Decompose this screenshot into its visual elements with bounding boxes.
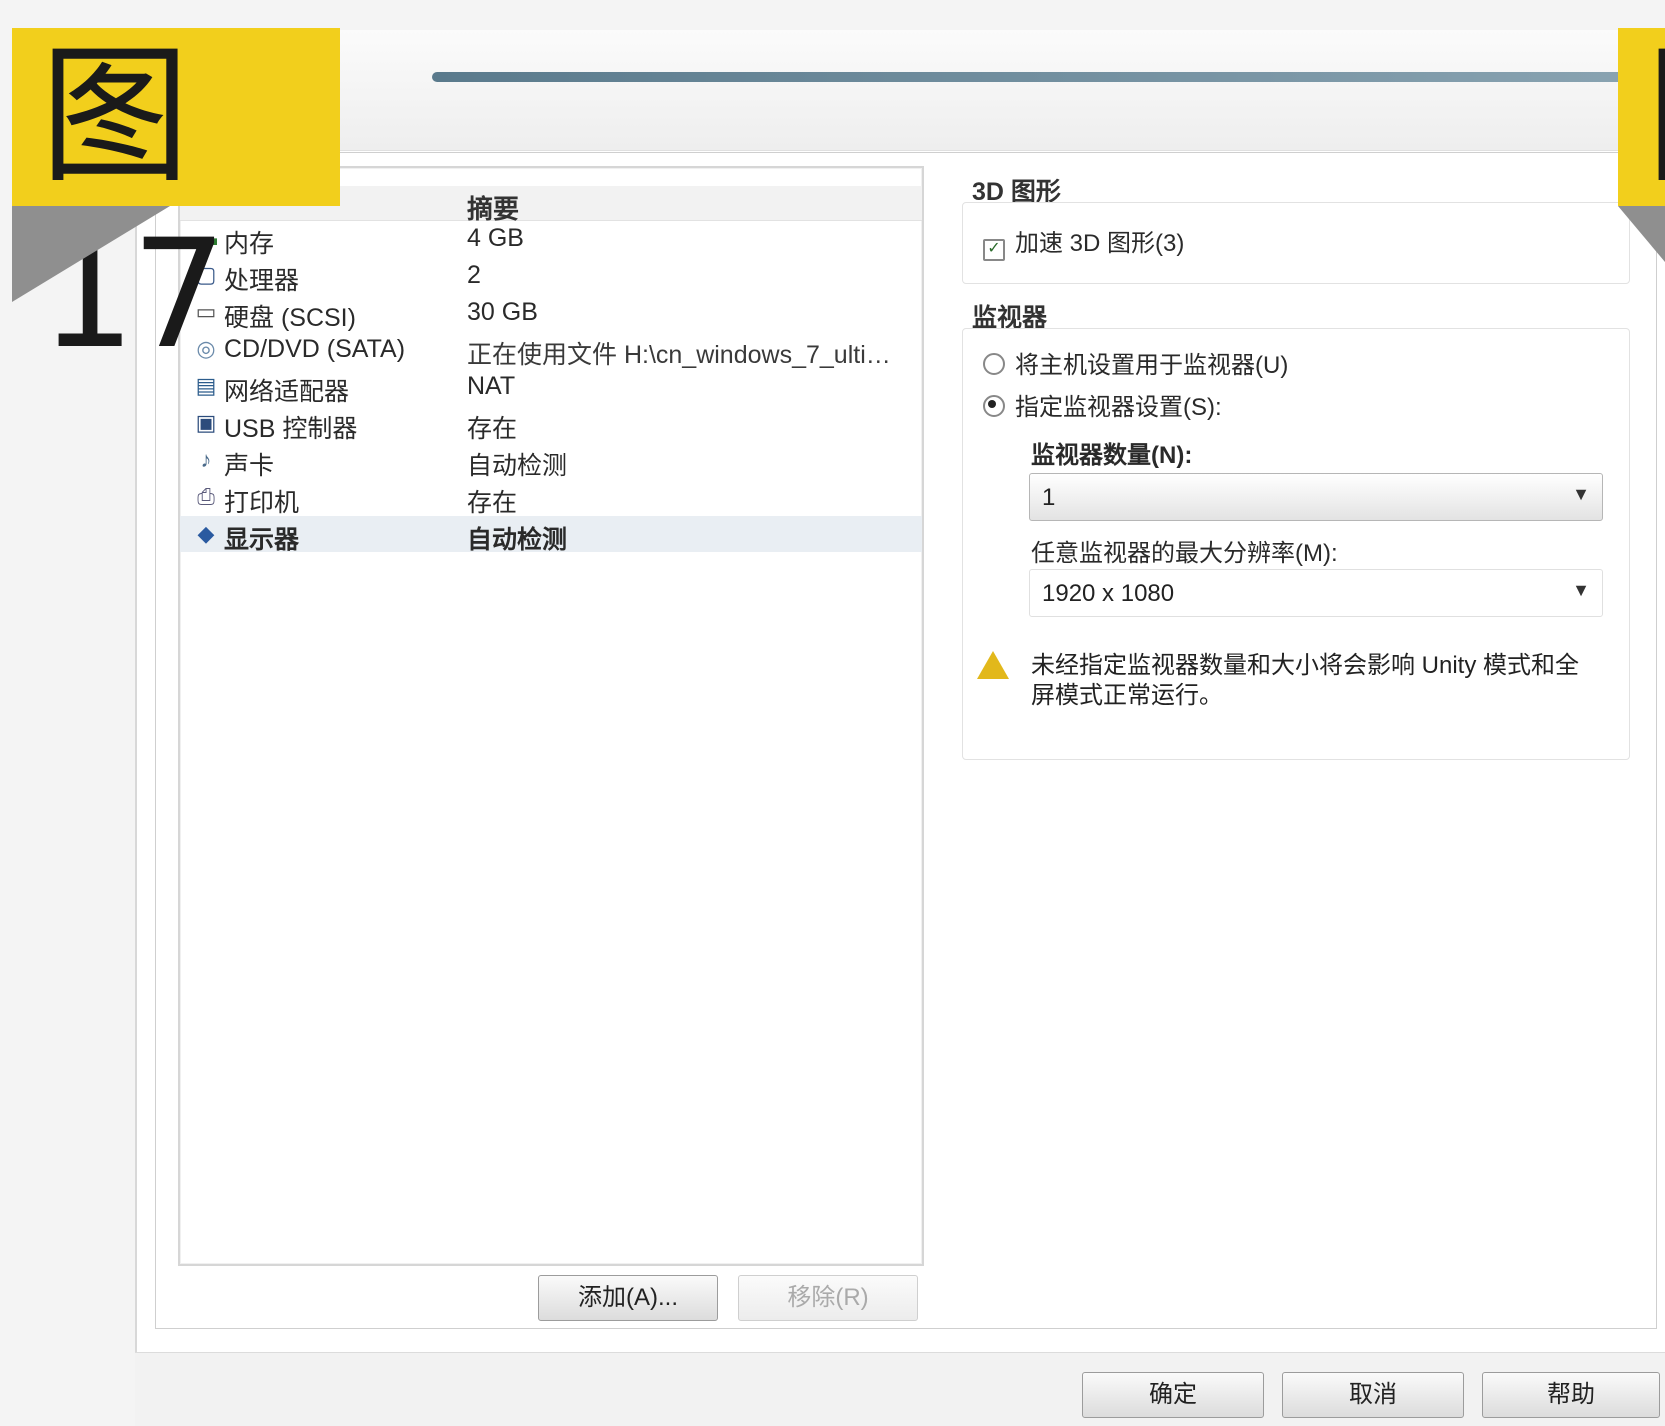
max-resolution-select[interactable]: 1920 x 1080 ▼ — [1029, 569, 1603, 617]
device-row-network-adapter[interactable]: ▤ 网络适配器 NAT — [180, 368, 922, 406]
accelerate-3d-label: 加速 3D 图形(3) — [1015, 230, 1185, 257]
device-summary: 30 GB — [467, 298, 538, 326]
device-row-hard-disk[interactable]: ▭ 硬盘 (SCSI) 30 GB — [180, 294, 922, 332]
usb-controller-icon: ▣ — [195, 410, 217, 435]
device-name: 打印机 — [224, 489, 300, 517]
device-summary: 4 GB — [467, 224, 524, 252]
device-name: CD/DVD (SATA) — [224, 335, 406, 363]
figure-badge-partial: 图 — [1618, 28, 1665, 206]
device-name: 网络适配器 — [224, 378, 350, 406]
figure-badge-partial-shadow — [1618, 206, 1665, 262]
figure-badge: 图17 — [12, 28, 340, 382]
device-row-memory[interactable]: ▬ 内存 4 GB — [180, 220, 922, 258]
title-bar — [137, 30, 1665, 151]
use-host-settings-label: 将主机设置用于监视器(U) — [1015, 352, 1289, 379]
device-name: 显示器 — [224, 526, 300, 554]
device-summary: 自动检测 — [467, 452, 568, 480]
graphics-3d-group: ✓ 加速 3D 图形(3) — [962, 202, 1630, 284]
device-name: 声卡 — [224, 452, 275, 480]
printer-icon: ⎙ — [197, 484, 215, 509]
chevron-down-icon: ▼ — [1572, 484, 1590, 504]
device-row-cd-dvd[interactable]: ◎ CD/DVD (SATA) 正在使用文件 H:\cn_windows_7_u… — [180, 331, 922, 369]
monitors-group: 将主机设置用于监视器(U) 指定监视器设置(S): 监视器数量(N): 1 ▼ … — [962, 328, 1630, 760]
use-host-settings-radio[interactable]: 将主机设置用于监视器(U) — [983, 345, 1288, 380]
specify-monitor-settings-label: 指定监视器设置(S): — [1015, 394, 1222, 421]
figure-badge-shadow — [12, 206, 170, 302]
radio-on-icon — [983, 395, 1005, 417]
cancel-button[interactable]: 取消 — [1282, 1372, 1464, 1418]
monitor-count-label: 监视器数量(N): — [1031, 442, 1193, 469]
warning-icon — [977, 651, 1009, 679]
max-resolution-value: 1920 x 1080 — [1042, 580, 1175, 607]
device-summary: 自动检测 — [467, 526, 568, 554]
monitor-count-value: 1 — [1042, 484, 1056, 511]
ok-button[interactable]: 确定 — [1082, 1372, 1264, 1418]
device-name: USB 控制器 — [224, 415, 358, 443]
checkbox-checked-icon: ✓ — [983, 239, 1005, 261]
title-bar-stripe — [432, 72, 1665, 82]
accelerate-3d-checkbox[interactable]: ✓ 加速 3D 图形(3) — [983, 223, 1184, 261]
device-list: 摘要 ▬ 内存 4 GB ▢ 处理器 2 ▭ 硬盘 (SCSI) 30 GB ◎… — [178, 166, 924, 1266]
monitor-warning-text: 未经指定监视器数量和大小将会影响 Unity 模式和全屏模式正常运行。 — [1031, 652, 1580, 709]
device-row-processor[interactable]: ▢ 处理器 2 — [180, 257, 922, 295]
device-name: 处理器 — [224, 267, 300, 295]
help-button[interactable]: 帮助 — [1482, 1372, 1660, 1418]
figure-badge-partial-text: 图 — [1646, 28, 1665, 206]
device-summary: 存在 — [467, 415, 518, 443]
chevron-down-icon: ▼ — [1572, 580, 1590, 600]
remove-device-button[interactable]: 移除(R) — [738, 1275, 918, 1321]
device-row-usb-controller[interactable]: ▣ USB 控制器 存在 — [180, 405, 922, 444]
sound-card-icon: ♪ — [200, 447, 212, 472]
radio-off-icon — [983, 353, 1005, 375]
device-summary: NAT — [467, 372, 516, 400]
monitor-count-select[interactable]: 1 ▼ — [1029, 473, 1603, 521]
max-resolution-label: 任意监视器的最大分辨率(M): — [1031, 540, 1338, 567]
device-summary: 正在使用文件 H:\cn_windows_7_ultimate... — [467, 341, 897, 369]
device-summary: 2 — [467, 261, 481, 289]
device-row-display[interactable]: ◆ 显示器 自动检测 — [180, 516, 922, 554]
device-row-sound-card[interactable]: ♪ 声卡 自动检测 — [180, 442, 922, 481]
display-icon: ◆ — [197, 521, 215, 546]
device-row-printer[interactable]: ⎙ 打印机 存在 — [180, 479, 922, 518]
add-device-button[interactable]: 添加(A)... — [538, 1275, 718, 1321]
device-summary: 存在 — [467, 489, 518, 517]
device-name: 硬盘 (SCSI) — [224, 304, 356, 332]
device-name: 内存 — [224, 230, 275, 258]
specify-monitor-settings-radio[interactable]: 指定监视器设置(S): — [983, 387, 1222, 422]
